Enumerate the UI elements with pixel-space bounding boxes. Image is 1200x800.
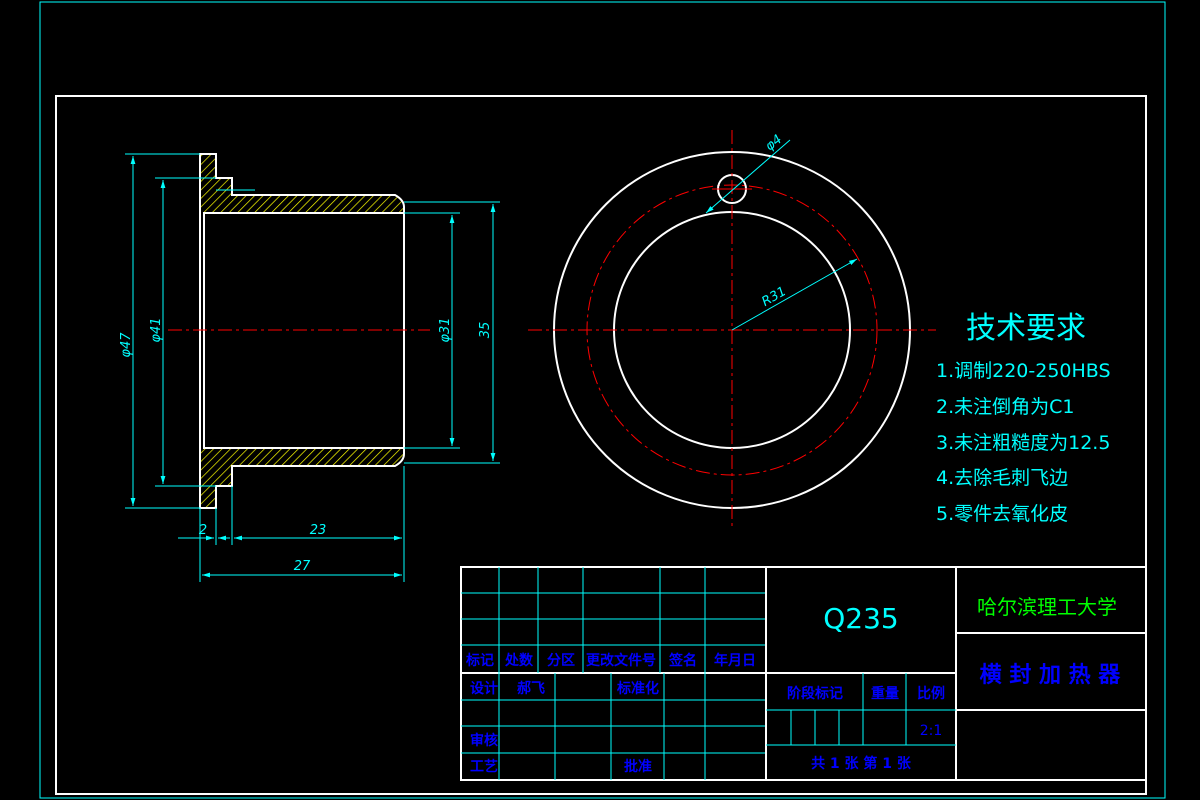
- requirement-item: 3.未注粗糙度为12.5: [936, 432, 1110, 454]
- requirements-title: 技术要求: [966, 311, 1086, 346]
- dim-label-hole-d4: φ4: [763, 132, 786, 154]
- dim-label-w2: 2: [199, 523, 207, 538]
- leader-hole-d4: [705, 139, 791, 214]
- part-name: 横 封 加 热 器: [980, 662, 1122, 688]
- header-label-change-doc: 更改文件号: [586, 652, 656, 669]
- approve-label: 批准: [624, 758, 652, 775]
- requirement-item: 2.未注倒角为C1: [936, 396, 1074, 418]
- dim-label-d41: φ41: [149, 317, 164, 342]
- scale-label: 比例: [917, 685, 945, 702]
- school-name: 哈尔滨理工大学: [977, 595, 1117, 619]
- stage-mark-label: 阶段标记: [787, 685, 843, 702]
- sheets-label: 共 1 张 第 1 张: [811, 755, 912, 772]
- title-block: Q235 哈尔滨理工大学 横 封 加 热 器 标记 处数 分区 更改文件号 签名…: [460, 566, 1147, 781]
- header-label-mark: 标记: [465, 652, 494, 669]
- section-hatch-upper: [200, 154, 404, 213]
- section-view: [168, 153, 430, 509]
- technical-requirements: 技术要求 1.调制220-250HBS 2.未注倒角为C1 3.未注粗糙度为12…: [936, 311, 1111, 525]
- design-label: 设计: [470, 680, 498, 697]
- header-label-date: 年月日: [714, 652, 756, 669]
- designer-name: 郝飞: [517, 680, 545, 697]
- requirement-item: 5.零件去氧化皮: [936, 503, 1068, 525]
- standardization-label: 标准化: [616, 680, 659, 697]
- end-view: φ4 R31: [528, 130, 936, 528]
- requirement-item: 4.去除毛刺飞边: [936, 467, 1068, 489]
- scale-value: 2:1: [920, 723, 943, 739]
- process-label: 工艺: [470, 758, 498, 775]
- dim-label-w23: 23: [310, 523, 327, 538]
- dim-label-d31: φ31: [438, 317, 453, 342]
- dim-label-w27: 27: [294, 559, 311, 574]
- dim-label-h35: 35: [478, 322, 493, 339]
- header-label-signature: 签名: [668, 652, 697, 669]
- section-hatch-lower: [200, 448, 404, 508]
- leader-radius: [731, 258, 858, 331]
- weight-label: 重量: [871, 685, 899, 702]
- material-value: Q235: [823, 602, 898, 635]
- header-label-count: 处数: [504, 652, 534, 669]
- dim-label-d47: φ47: [119, 332, 134, 358]
- cad-drawing-canvas: φ47 φ41 φ31 35 2 23 27 φ4 R31 技术要求 1.调制2…: [39, 1, 1166, 799]
- requirement-item: 1.调制220-250HBS: [936, 360, 1111, 382]
- review-label: 审核: [470, 732, 498, 749]
- header-label-zone: 分区: [547, 653, 575, 669]
